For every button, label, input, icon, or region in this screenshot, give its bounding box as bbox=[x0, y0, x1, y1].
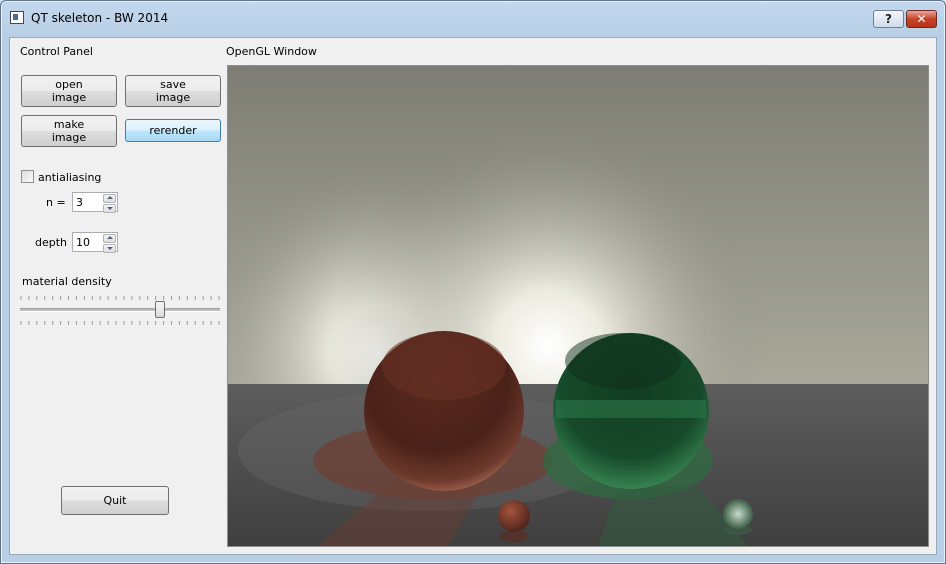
rendered-scene bbox=[228, 66, 928, 546]
spin-up-icon[interactable] bbox=[103, 234, 116, 243]
spin-down-icon[interactable] bbox=[103, 244, 116, 253]
depth-value: 10 bbox=[76, 236, 90, 249]
small-red-sphere bbox=[498, 500, 530, 532]
app-window: QT skeleton - BW 2014 ? ✕ Control Panel … bbox=[0, 0, 946, 564]
rerender-button[interactable]: rerender bbox=[125, 119, 221, 142]
material-density-slider[interactable] bbox=[20, 296, 220, 328]
slider-track[interactable] bbox=[20, 308, 220, 312]
n-label: n = bbox=[46, 196, 66, 209]
spin-down-icon[interactable] bbox=[103, 204, 116, 213]
title-bar[interactable]: QT skeleton - BW 2014 ? ✕ bbox=[1, 1, 945, 37]
slider-thumb[interactable] bbox=[155, 301, 165, 318]
close-button[interactable]: ✕ bbox=[906, 10, 937, 28]
make-image-label: make image bbox=[51, 118, 87, 144]
antialiasing-checkbox[interactable] bbox=[21, 170, 34, 183]
open-image-label: open image bbox=[51, 78, 87, 104]
small-glass-sphere bbox=[723, 499, 753, 529]
make-image-button[interactable]: make image bbox=[21, 115, 117, 147]
spin-up-icon[interactable] bbox=[103, 194, 116, 203]
save-image-button[interactable]: save image bbox=[125, 75, 221, 107]
help-button[interactable]: ? bbox=[873, 10, 904, 28]
depth-label: depth bbox=[35, 236, 68, 249]
quit-button[interactable]: Quit bbox=[61, 486, 169, 515]
antialiasing-label: antialiasing bbox=[38, 171, 102, 184]
n-value: 3 bbox=[76, 196, 83, 209]
depth-spin-arrows[interactable] bbox=[103, 234, 116, 253]
rerender-label: rerender bbox=[149, 124, 197, 137]
opengl-window-title: OpenGL Window bbox=[226, 45, 317, 58]
slider-ticks-top bbox=[20, 296, 220, 300]
depth-spinbox[interactable]: 10 bbox=[72, 232, 118, 253]
material-density-label: material density bbox=[22, 275, 112, 288]
opengl-viewport[interactable] bbox=[227, 65, 929, 547]
window-title: QT skeleton - BW 2014 bbox=[31, 11, 169, 25]
save-image-label: save image bbox=[155, 78, 191, 104]
n-spinbox[interactable]: 3 bbox=[72, 192, 118, 213]
control-panel-title: Control Panel bbox=[20, 45, 93, 58]
main-client-area: Control Panel open image save image make… bbox=[9, 37, 937, 555]
app-icon bbox=[10, 11, 24, 24]
quit-label: Quit bbox=[103, 494, 127, 507]
open-image-button[interactable]: open image bbox=[21, 75, 117, 107]
slider-ticks-bottom bbox=[20, 321, 220, 325]
n-spin-arrows[interactable] bbox=[103, 194, 116, 213]
